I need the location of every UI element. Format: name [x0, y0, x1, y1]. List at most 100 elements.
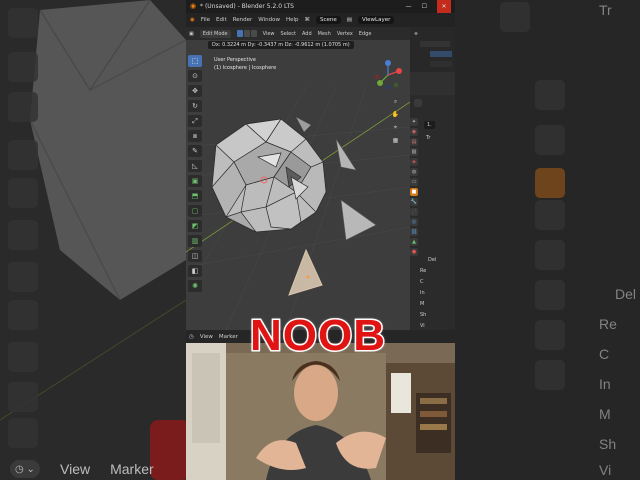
- 3d-viewport[interactable]: ▣ Edit Mode View Select Add Mesh Vertex …: [186, 27, 410, 330]
- minimize-button[interactable]: —: [406, 0, 412, 13]
- menu-help[interactable]: Help: [286, 17, 299, 23]
- zoom-icon[interactable]: ⌕: [391, 97, 400, 106]
- blurred-tool: [535, 280, 565, 310]
- output-tab-icon[interactable]: ▤: [410, 138, 418, 146]
- data-tab-icon[interactable]: ▲: [410, 238, 418, 246]
- timeline-menu-view[interactable]: View: [200, 334, 213, 340]
- outliner-row[interactable]: [430, 61, 452, 67]
- blurred-timeline-header: ◷ ⌄ View Marker: [10, 460, 154, 478]
- particles-tab-icon[interactable]: ⋰: [410, 208, 418, 216]
- vertex-select-button[interactable]: [236, 30, 243, 37]
- select-box-tool-icon[interactable]: ⬚: [188, 55, 202, 67]
- modifier-tab-icon[interactable]: 🔧: [410, 198, 418, 206]
- properties-row[interactable]: Re: [420, 268, 426, 274]
- menu-select[interactable]: Select: [281, 31, 296, 37]
- properties-tabs: ✦ ◉ ▤ ▧ ◈ ◍ ▭ ■ 🔧 ⋰ ◎ ⛓ ▲ ●: [410, 118, 419, 256]
- menu-vertex[interactable]: Vertex: [337, 31, 353, 37]
- bevel-tool-icon[interactable]: ◩: [188, 220, 202, 232]
- menu-edge[interactable]: Edge: [359, 31, 372, 37]
- properties-row[interactable]: Vi: [420, 323, 426, 329]
- move-tool-icon[interactable]: ✥: [188, 85, 202, 97]
- extrude-tool-icon[interactable]: ⬒: [188, 190, 202, 202]
- properties-field[interactable]: 1.: [424, 121, 435, 129]
- collection-tab-icon[interactable]: ▭: [410, 178, 418, 186]
- blurred-tool: [8, 342, 38, 372]
- spin-tool-icon[interactable]: ✺: [188, 280, 202, 292]
- blender-menu-icon[interactable]: ◉: [190, 17, 195, 23]
- origin-point: [306, 275, 310, 279]
- blurred-label: C: [599, 346, 610, 362]
- transform-tool-icon[interactable]: ⧈: [188, 130, 202, 142]
- edge-select-button[interactable]: [243, 30, 250, 37]
- world-tab-icon[interactable]: ◍: [410, 168, 418, 176]
- navigation-gizmo[interactable]: [372, 59, 404, 91]
- annotate-tool-icon[interactable]: ✎: [188, 145, 202, 157]
- tool-tab-icon[interactable]: ✦: [410, 118, 418, 126]
- material-tab-icon[interactable]: ●: [410, 248, 418, 256]
- maximize-button[interactable]: ☐: [422, 0, 427, 13]
- blurred-label: Del: [615, 286, 637, 302]
- measure-tool-icon[interactable]: ◺: [188, 160, 202, 172]
- menu-render[interactable]: Render: [233, 17, 253, 23]
- menu-window[interactable]: Window: [258, 17, 280, 23]
- face-select-button[interactable]: [250, 30, 257, 37]
- outliner-filter-icon[interactable]: ⌯: [414, 31, 418, 37]
- scale-tool-icon[interactable]: ⤢: [188, 115, 202, 127]
- outliner[interactable]: ⌯: [410, 27, 455, 72]
- object-tab-icon[interactable]: ■: [410, 188, 418, 196]
- render-tab-icon[interactable]: ◉: [410, 128, 418, 136]
- outliner-row[interactable]: [420, 41, 450, 47]
- blurred-tool: [8, 52, 38, 82]
- properties-row[interactable]: In: [420, 290, 426, 296]
- blurred-label: Vi: [599, 462, 612, 478]
- menu-add[interactable]: Add: [302, 31, 312, 37]
- detached-face: [295, 116, 312, 133]
- properties-row[interactable]: M: [420, 301, 426, 307]
- view-layer-tab-icon[interactable]: ▧: [410, 148, 418, 156]
- blurred-label: M: [599, 406, 611, 422]
- mode-selector[interactable]: Edit Mode: [199, 29, 231, 38]
- menu-view[interactable]: View: [263, 31, 275, 37]
- poly-build-tool-icon[interactable]: ◧: [188, 265, 202, 277]
- blurred-tool: [535, 360, 565, 390]
- blurred-tool: [500, 2, 530, 32]
- pan-hand-icon[interactable]: ✋: [391, 110, 400, 119]
- ortho-grid-icon[interactable]: ▦: [391, 136, 400, 145]
- properties-collapsed-label[interactable]: Del: [428, 257, 436, 263]
- add-cube-tool-icon[interactable]: ▣: [188, 175, 202, 187]
- timeline-menu-marker[interactable]: Marker: [219, 334, 238, 340]
- blurred-tool: [8, 92, 38, 122]
- transform-readout: Dx: 0.3224 m Dy: -0.3437 m Dz: -0.9612 m…: [208, 41, 354, 49]
- viewlayer-selector[interactable]: ViewLayer: [358, 16, 395, 24]
- cursor-tool-icon[interactable]: ⊙: [188, 70, 202, 82]
- timeline-editor-icon[interactable]: ◷: [189, 334, 194, 340]
- knife-tool-icon[interactable]: ◫: [188, 250, 202, 262]
- constraints-tab-icon[interactable]: ⛓: [410, 228, 418, 236]
- rotate-tool-icon[interactable]: ↻: [188, 100, 202, 112]
- blurred-background-right: Tr Del Re C In M Sh Vi: [455, 0, 640, 480]
- properties-editor-type-icon[interactable]: [414, 99, 422, 107]
- menu-file[interactable]: File: [201, 17, 210, 23]
- viewlayer-icon: ▤: [346, 17, 352, 23]
- properties-rows: Re C In M Sh Vi: [420, 268, 426, 329]
- camera-view-icon[interactable]: ⌖: [391, 123, 400, 132]
- properties-row[interactable]: C: [420, 279, 426, 285]
- properties-row[interactable]: Sh: [420, 312, 426, 318]
- physics-tab-icon[interactable]: ◎: [410, 218, 418, 226]
- menu-mesh[interactable]: Mesh: [318, 31, 331, 37]
- inset-tool-icon[interactable]: ▢: [188, 205, 202, 217]
- scene-tab-icon[interactable]: ◈: [410, 158, 418, 166]
- close-button[interactable]: ✕: [437, 0, 451, 13]
- loop-cut-tool-icon[interactable]: ▥: [188, 235, 202, 247]
- scene-icon: ⌘: [304, 17, 311, 23]
- select-mode-buttons: [236, 30, 257, 37]
- viewport-header: ▣ Edit Mode View Select Add Mesh Vertex …: [186, 27, 410, 40]
- blurred-tool: [8, 300, 38, 330]
- blurred-label: Re: [599, 316, 617, 332]
- editor-type-icon[interactable]: ▣: [189, 31, 194, 37]
- outliner-row-selected[interactable]: [430, 51, 452, 57]
- scene-selector[interactable]: Scene: [316, 16, 341, 24]
- blurred-tool: [8, 140, 38, 170]
- properties-section-header[interactable]: Tr: [426, 135, 430, 141]
- menu-edit[interactable]: Edit: [216, 17, 227, 23]
